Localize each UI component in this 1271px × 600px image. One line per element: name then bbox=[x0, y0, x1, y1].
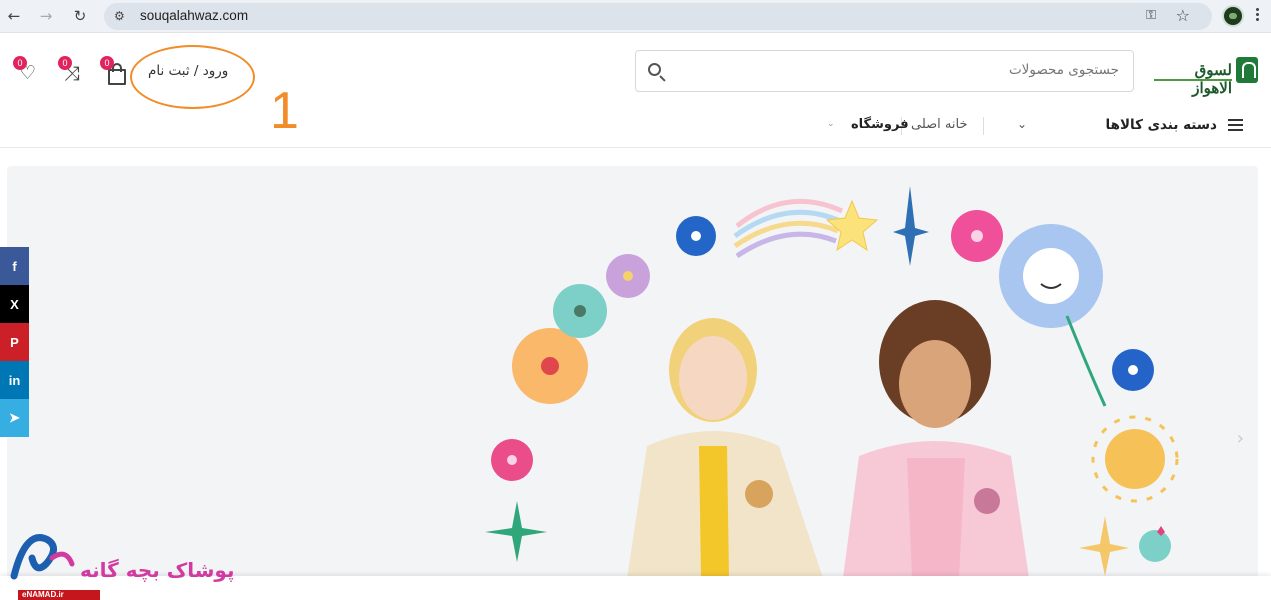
palm-logo-icon bbox=[1236, 57, 1258, 83]
girl-right-photo bbox=[843, 300, 1029, 578]
enamad-badge[interactable]: eNAMAD.ir bbox=[18, 590, 100, 600]
cart-count-badge: 0 bbox=[100, 56, 114, 70]
forward-icon[interactable]: → bbox=[35, 5, 57, 27]
smiling-flower-icon bbox=[999, 224, 1107, 407]
compare-count-badge: 0 bbox=[58, 56, 72, 70]
flower-icon bbox=[1112, 349, 1154, 391]
sparkle-icon bbox=[485, 501, 547, 562]
site-logo[interactable]: لسوق الاهواز bbox=[1153, 57, 1258, 97]
flower-icon bbox=[553, 284, 607, 338]
password-key-icon[interactable]: ⚿ bbox=[1146, 8, 1156, 23]
wishlist-count-badge: 0 bbox=[13, 56, 27, 70]
watermark-text: پوشاک بچه گانه bbox=[80, 558, 235, 582]
main-menu: دسته بندی کالاها ⌄ خانه اصلی فروشگاه ⌄ bbox=[0, 107, 1271, 147]
flower-icon bbox=[951, 210, 1003, 262]
logo-underline bbox=[1154, 79, 1232, 81]
profile-avatar[interactable] bbox=[1222, 5, 1244, 27]
menu-divider bbox=[983, 117, 984, 135]
wishlist-button[interactable]: ♡ 0 bbox=[13, 56, 43, 86]
search-icon[interactable] bbox=[646, 61, 668, 83]
flower-icon bbox=[491, 439, 533, 481]
menu-item-shop[interactable]: فروشگاه bbox=[851, 117, 909, 132]
cart-button[interactable]: 0 bbox=[100, 56, 130, 86]
categories-label: دسته بندی کالاها bbox=[1105, 117, 1217, 133]
hearts-icon bbox=[1139, 526, 1171, 562]
flower-icon bbox=[512, 328, 588, 404]
chevron-down-icon: ⌄ bbox=[1017, 117, 1028, 131]
search-box bbox=[635, 50, 1134, 92]
back-icon[interactable]: ← bbox=[3, 5, 25, 27]
girl-left-photo bbox=[627, 318, 823, 578]
linkedin-icon[interactable]: in bbox=[0, 361, 29, 399]
site-settings-icon[interactable]: ⚙ bbox=[114, 8, 130, 24]
browser-menu-icon[interactable] bbox=[1254, 6, 1260, 26]
flower-icon bbox=[676, 216, 716, 256]
hero-illustration bbox=[485, 186, 1179, 578]
url-text[interactable]: souqalahwaz.com bbox=[140, 8, 248, 23]
chevron-down-icon: ⌄ bbox=[827, 119, 835, 129]
social-share-bar: f X P in ➤ bbox=[0, 247, 29, 437]
menu-item-home[interactable]: خانه اصلی bbox=[911, 117, 968, 132]
site-watermark: پوشاک بچه گانه bbox=[0, 518, 280, 600]
facebook-icon[interactable]: f bbox=[0, 247, 29, 285]
categories-toggle[interactable]: دسته بندی کالاها ⌄ bbox=[1003, 107, 1251, 147]
watermark-logo-icon bbox=[10, 534, 75, 580]
sparkle-icon bbox=[1079, 516, 1129, 576]
login-register-link[interactable]: ورود / ثبت نام bbox=[148, 63, 228, 79]
telegram-icon[interactable]: ➤ bbox=[0, 399, 29, 437]
address-bar[interactable]: ⚙ souqalahwaz.com ⚿ ☆ bbox=[104, 3, 1212, 30]
x-twitter-icon[interactable]: X bbox=[0, 285, 29, 323]
browser-toolbar: ← → ↻ ⚙ souqalahwaz.com ⚿ ☆ bbox=[0, 0, 1271, 33]
hamburger-icon bbox=[1228, 119, 1243, 131]
bookmark-star-icon[interactable]: ☆ bbox=[1176, 6, 1190, 25]
slider-next-arrow-icon[interactable]: › bbox=[1237, 428, 1244, 449]
search-input[interactable] bbox=[699, 62, 1119, 78]
compare-button[interactable]: ⤨ 0 bbox=[58, 56, 88, 86]
reload-icon[interactable]: ↻ bbox=[69, 5, 91, 27]
rainbow-icon bbox=[733, 198, 844, 259]
sparkle-icon bbox=[893, 186, 929, 266]
site-header: لسوق الاهواز ورود / ثبت نام 1 0 ⤨ 0 ♡ 0 … bbox=[0, 33, 1271, 148]
flower-icon bbox=[606, 254, 650, 298]
sun-icon bbox=[1091, 415, 1179, 503]
pinterest-icon[interactable]: P bbox=[0, 323, 29, 361]
hero-banner[interactable]: › bbox=[7, 166, 1258, 578]
